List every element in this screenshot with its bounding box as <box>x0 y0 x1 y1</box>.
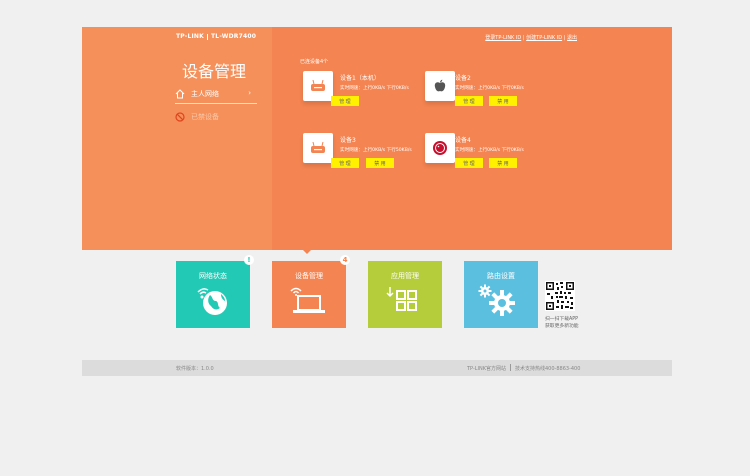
chevron-right-icon: › <box>248 89 251 97</box>
model-name: TL-WDR7400 <box>211 33 257 40</box>
active-tile-pointer <box>302 249 312 254</box>
device-speed: 实时网速：上行0KB/s 下行0KB/s <box>455 86 524 91</box>
lg-icon <box>433 141 447 155</box>
footer: 软件版本：1.0.0 TP-LINK官方网站 技术支持热线400-8863-40… <box>82 360 672 376</box>
tile-device-management[interactable]: 设备管理 4 <box>272 255 350 328</box>
device-speed: 实时网速：上行0KB/s 下行50KB/s <box>340 148 412 153</box>
device-speed: 实时网速：上行0KB/s 下行0KB/s <box>340 86 409 91</box>
device-name: 设备4 <box>455 137 471 144</box>
tile-label: 路由设置 <box>487 272 515 280</box>
official-site-link[interactable]: TP-LINK官方网站 <box>467 365 506 372</box>
footer-divider <box>510 364 511 371</box>
device-speed: 实时网速：上行0KB/s 下行0KB/s <box>455 148 524 153</box>
ban-icon <box>175 112 185 122</box>
device-card <box>303 133 333 163</box>
laptop-wifi-icon <box>290 287 325 313</box>
header-panel: TP-LINK TL-WDR7400 登录TP-LINK ID | 创建TP-LI… <box>82 27 672 250</box>
ban-button[interactable]: 禁 用 <box>489 158 517 168</box>
tile-router-settings[interactable]: 路由设置 <box>464 261 538 328</box>
tile-badge: 4 <box>340 255 350 265</box>
device-card <box>425 133 455 163</box>
device-name: 设备3 <box>340 137 356 144</box>
sidebar-item-label: 主人网络 <box>191 90 219 98</box>
sidebar-item-host-network[interactable]: 主人网络 › <box>175 85 255 103</box>
device-name: 设备1（本机） <box>340 75 380 82</box>
manage-button[interactable]: 管 理 <box>331 96 359 106</box>
sidebar-divider <box>175 103 257 104</box>
ban-button[interactable]: 禁 用 <box>366 158 394 168</box>
manage-button[interactable]: 管 理 <box>455 96 483 106</box>
tile-label: 网络状态 <box>199 272 227 280</box>
tile-network-status[interactable]: 网络状态 ! <box>176 255 254 328</box>
device-icon-box <box>303 71 333 101</box>
tile-app-management[interactable]: 应用管理 <box>368 261 442 328</box>
device-card <box>303 71 333 101</box>
device-name: 设备2 <box>455 75 471 82</box>
logout-link[interactable]: 退出 <box>567 35 577 41</box>
apps-icon <box>386 287 417 311</box>
qr-code <box>545 281 575 311</box>
device-icon-box <box>425 71 455 101</box>
register-link[interactable]: 创建TP-LINK ID <box>526 35 562 41</box>
tile-label: 设备管理 <box>295 272 323 280</box>
support-hotline: 技术支持热线400-8863-400 <box>515 366 581 372</box>
home-icon <box>175 89 185 99</box>
gears-icon <box>478 284 515 316</box>
router-icon <box>311 142 325 153</box>
device-icon-box <box>303 133 333 163</box>
sidebar-item-blocked-devices[interactable]: 已禁设备 <box>175 108 255 126</box>
tile-label: 应用管理 <box>391 272 419 280</box>
device-count: 已连设备4个 <box>300 59 329 65</box>
qr-caption: 扫一扫下载APP获取更多新功能 <box>545 317 579 329</box>
ban-button[interactable]: 禁 用 <box>489 96 517 106</box>
router-icon <box>311 80 325 91</box>
device-icon-box <box>425 133 455 163</box>
brand-name: TP-LINK <box>176 33 205 40</box>
apple-icon <box>434 79 446 92</box>
sidebar-item-label: 已禁设备 <box>191 113 219 121</box>
account-links: 登录TP-LINK ID | 创建TP-LINK ID | 退出 <box>485 35 577 41</box>
globe-icon <box>197 288 227 315</box>
login-link[interactable]: 登录TP-LINK ID <box>485 35 521 41</box>
software-version: 软件版本：1.0.0 <box>176 366 214 372</box>
manage-button[interactable]: 管 理 <box>455 158 483 168</box>
page-title: 设备管理 <box>182 62 247 81</box>
device-card <box>425 71 455 101</box>
tile-badge: ! <box>244 255 254 265</box>
brand-logo: TP-LINK TL-WDR7400 <box>176 33 256 40</box>
manage-button[interactable]: 管 理 <box>331 158 359 168</box>
